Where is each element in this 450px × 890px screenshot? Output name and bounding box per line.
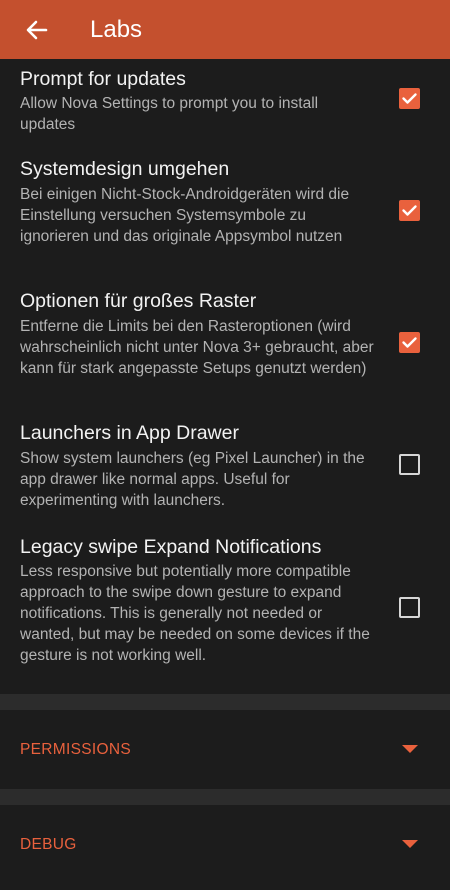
setting-title: Optionen für großes Raster [20,290,257,312]
section-debug[interactable]: DEBUG [0,805,450,885]
setting-description: Less responsive but potentially more com… [20,563,370,664]
arrow-left-icon [26,20,48,39]
setting-prompt-for-updates[interactable]: Prompt for updates Allow Nova Settings t… [0,59,450,149]
setting-description: Bei einigen Nicht-Stock-Androidgeräten w… [20,186,350,245]
setting-description: Entferne die Limits bei den Rasteroption… [20,318,374,377]
setting-optionen-grosses-raster[interactable]: Optionen für großes Raster Entferne die … [0,283,450,413]
setting-title: Legacy swipe Expand Notifications [20,536,322,558]
checkmark-icon [402,93,417,104]
section-permissions[interactable]: PERMISSIONS [0,710,450,790]
section-divider [0,789,450,805]
setting-checkbox[interactable] [399,88,420,109]
page-title: Labs [90,15,143,43]
setting-checkbox[interactable] [399,454,420,475]
checkmark-icon [402,205,417,216]
setting-title: Launchers in App Drawer [20,422,239,444]
setting-checkbox[interactable] [399,597,420,618]
checkmark-icon [402,337,417,348]
setting-title: Systemdesign umgehen [20,158,230,180]
setting-title: Prompt for updates [20,68,186,90]
setting-checkbox[interactable] [399,332,420,353]
section-label: PERMISSIONS [20,741,131,758]
setting-legacy-swipe-expand-notifications[interactable]: Legacy swipe Expand Notifications Less r… [0,535,450,693]
chevron-down-icon [402,745,418,753]
setting-description: Allow Nova Settings to prompt you to ins… [20,95,319,133]
setting-launchers-in-app-drawer[interactable]: Launchers in App Drawer Show system laun… [0,413,450,535]
chevron-down-icon [402,840,418,848]
setting-systemdesign-umgehen[interactable]: Systemdesign umgehen Bei einigen Nicht-S… [0,149,450,283]
back-button[interactable] [22,15,52,45]
app-bar: Labs [0,0,450,59]
section-divider [0,694,450,710]
setting-description: Show system launchers (eg Pixel Launcher… [20,450,365,509]
section-label: DEBUG [20,836,77,853]
setting-checkbox[interactable] [399,200,420,221]
